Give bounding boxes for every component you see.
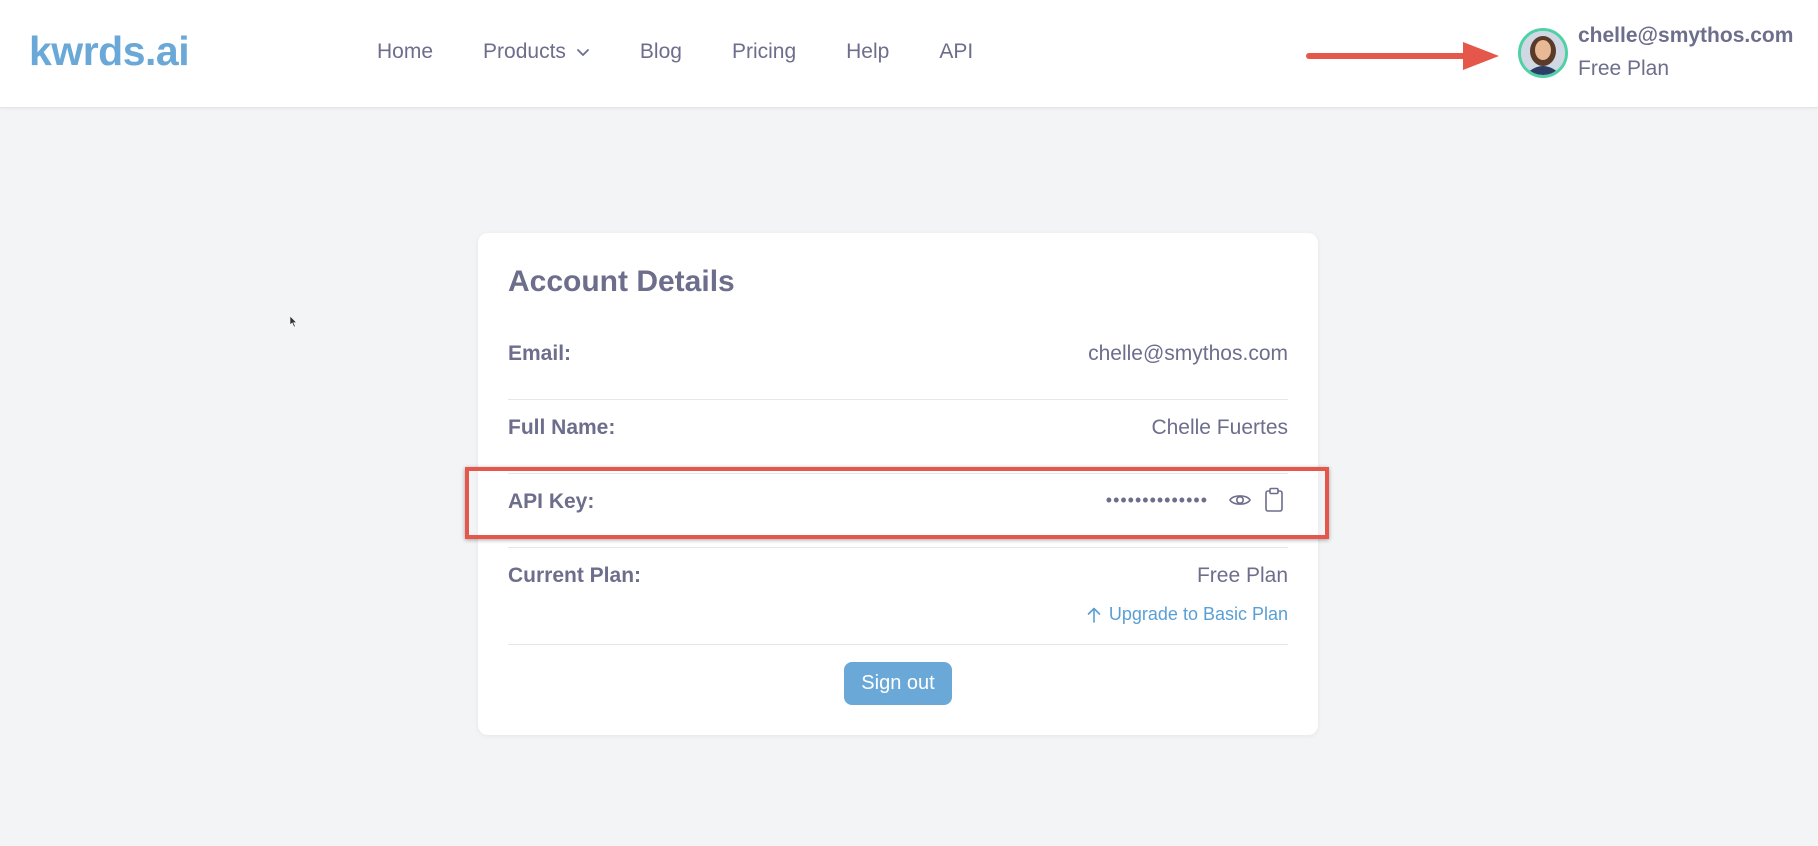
current-plan-value: Free Plan [1196, 564, 1288, 587]
upgrade-link[interactable]: Upgrade to Basic Plan [1085, 604, 1288, 625]
upgrade-link-label: Upgrade to Basic Plan [1108, 604, 1288, 624]
nav-home-label: Home [377, 40, 434, 63]
current-plan-label: Current Plan: [508, 564, 642, 587]
chevron-down-icon [577, 49, 589, 56]
nav-pricing[interactable]: Pricing [732, 40, 796, 64]
full-name-label: Full Name: [508, 416, 616, 439]
user-email[interactable]: chelle@smythos.com [1578, 24, 1793, 48]
main-nav: Home Products Blog Pricing Help API [377, 40, 1023, 64]
email-value: chelle@smythos.com [1088, 342, 1288, 365]
api-key-highlight [465, 467, 1329, 539]
nav-products[interactable]: Products [483, 40, 590, 64]
page-title: Account Details [508, 265, 735, 298]
user-photo [1521, 31, 1565, 75]
user-plan: Free Plan [1578, 57, 1670, 80]
nav-help[interactable]: Help [846, 40, 889, 64]
nav-home[interactable]: Home [377, 40, 433, 64]
nav-pricing-label: Pricing [731, 40, 797, 63]
nav-help-label: Help [846, 40, 890, 63]
email-label: Email: [508, 342, 572, 365]
nav-blog-label: Blog [639, 40, 682, 63]
nav-blog[interactable]: Blog [640, 40, 682, 64]
nav-api[interactable]: API [939, 40, 973, 64]
full-name-value: Chelle Fuertes [1151, 416, 1288, 439]
pointer-cursor-icon [290, 316, 298, 328]
annotation-arrow [1306, 42, 1499, 70]
email-row: Email: chelle@smythos.com [508, 326, 1288, 400]
current-plan-row: Current Plan: Free Plan Upgrade to Basic… [508, 548, 1288, 645]
nav-api-label: API [939, 40, 974, 63]
logo[interactable]: kwrds.ai [29, 28, 190, 75]
top-navbar: kwrds.ai Home Products Blog Pricing Help… [0, 0, 1818, 108]
full-name-row: Full Name: Chelle Fuertes [508, 400, 1288, 474]
sign-out-button[interactable]: Sign out [844, 662, 952, 705]
arrow-up-icon [1087, 607, 1101, 623]
avatar[interactable] [1518, 28, 1568, 78]
nav-products-label: Products [483, 40, 566, 63]
